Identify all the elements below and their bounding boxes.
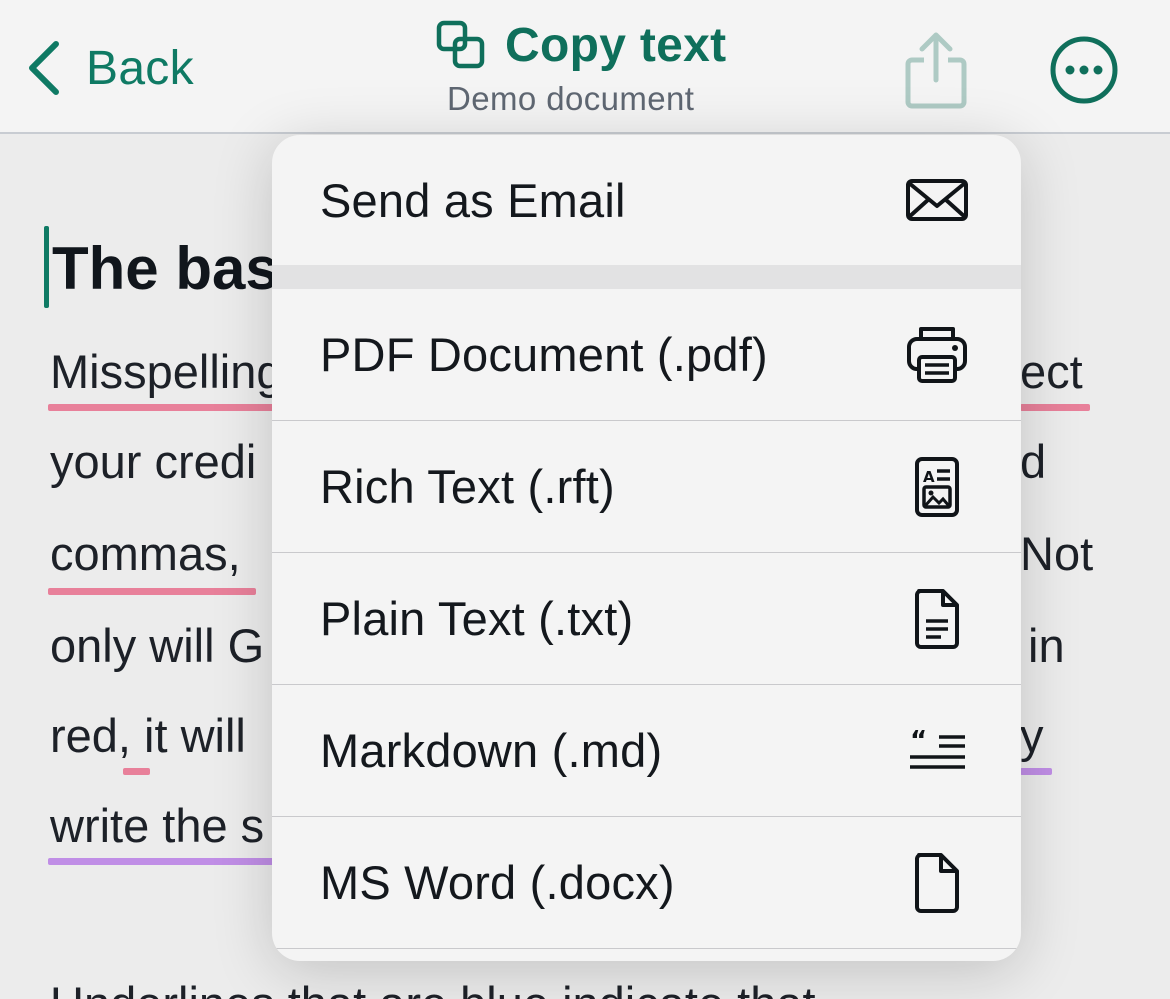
document-heading: The bas bbox=[52, 235, 279, 302]
menu-separator bbox=[272, 948, 1021, 949]
menu-item-label: Send as Email bbox=[320, 173, 626, 227]
menu-item-label: Markdown (.md) bbox=[320, 724, 663, 777]
blank-document-icon bbox=[905, 851, 969, 915]
printer-icon bbox=[905, 323, 969, 387]
doc-line-5-left: red, it will bbox=[50, 709, 246, 762]
menu-item-label: Rich Text (.rft) bbox=[320, 460, 615, 513]
doc-line-3-right: Not bbox=[1020, 527, 1094, 580]
doc-line-1-left: Misspelling bbox=[50, 345, 283, 398]
doc-line-2-right: d bbox=[1020, 435, 1047, 488]
menu-item-label: PDF Document (.pdf) bbox=[320, 328, 768, 381]
text-caret bbox=[44, 226, 49, 308]
svg-text:A: A bbox=[923, 468, 935, 486]
menu-item-pdf[interactable]: PDF Document (.pdf) bbox=[272, 289, 1021, 420]
title-block: Copy text Demo document bbox=[435, 14, 735, 124]
text-document-icon bbox=[905, 587, 969, 651]
misspelling-underline[interactable] bbox=[48, 404, 274, 411]
document-name: Demo document bbox=[447, 80, 695, 117]
doc-line-4-right: in bbox=[1028, 619, 1065, 672]
menu-item-label: MS Word (.docx) bbox=[320, 856, 675, 909]
envelope-icon bbox=[905, 168, 969, 232]
menu-item-ms-word[interactable]: MS Word (.docx) bbox=[272, 817, 1021, 948]
style-underline[interactable] bbox=[1020, 768, 1052, 775]
doc-line-3-left: commas, bbox=[50, 527, 241, 580]
doc-line-4-left: only will G bbox=[50, 619, 265, 672]
svg-text:“: “ bbox=[910, 726, 927, 756]
menu-item-rich-text[interactable]: Rich Text (.rft) A bbox=[272, 421, 1021, 552]
page-title: Copy text bbox=[505, 18, 727, 72]
doc-line-1-right: ect bbox=[1020, 345, 1083, 398]
doc-footer-line: Underlines that are blue indicate that bbox=[50, 976, 816, 999]
menu-group-separator bbox=[272, 265, 1021, 289]
export-menu: Send as Email PDF Document (.pdf) Rich T… bbox=[272, 135, 1021, 961]
share-button[interactable] bbox=[902, 30, 970, 110]
chevron-left-icon bbox=[29, 41, 59, 95]
menu-item-label: Plain Text (.txt) bbox=[320, 592, 634, 645]
misspelling-underline[interactable] bbox=[1020, 404, 1090, 411]
back-label: Back bbox=[86, 41, 194, 95]
comma-underline[interactable] bbox=[123, 768, 150, 775]
menu-item-plain-text[interactable]: Plain Text (.txt) bbox=[272, 553, 1021, 684]
punctuation-underline[interactable] bbox=[48, 588, 256, 595]
rich-text-document-icon: A bbox=[905, 455, 969, 519]
ellipsis-circle-icon bbox=[1050, 36, 1118, 104]
doc-line-5-right: y bbox=[1020, 709, 1044, 762]
navigation-bar: Back Copy text Demo document bbox=[0, 0, 1170, 134]
menu-item-markdown[interactable]: Markdown (.md) “ bbox=[272, 685, 1021, 816]
doc-line-2-left: your credi bbox=[50, 435, 257, 488]
style-underline[interactable] bbox=[48, 858, 274, 865]
title-row[interactable]: Copy text bbox=[435, 14, 726, 76]
quote-lines-icon: “ bbox=[905, 719, 969, 783]
back-button[interactable]: Back bbox=[24, 36, 194, 100]
copy-icon bbox=[436, 20, 485, 69]
menu-item-send-email[interactable]: Send as Email bbox=[272, 135, 1021, 265]
doc-line-6-left: write the s bbox=[50, 799, 265, 852]
share-icon bbox=[905, 32, 967, 109]
more-button[interactable] bbox=[1048, 34, 1120, 106]
